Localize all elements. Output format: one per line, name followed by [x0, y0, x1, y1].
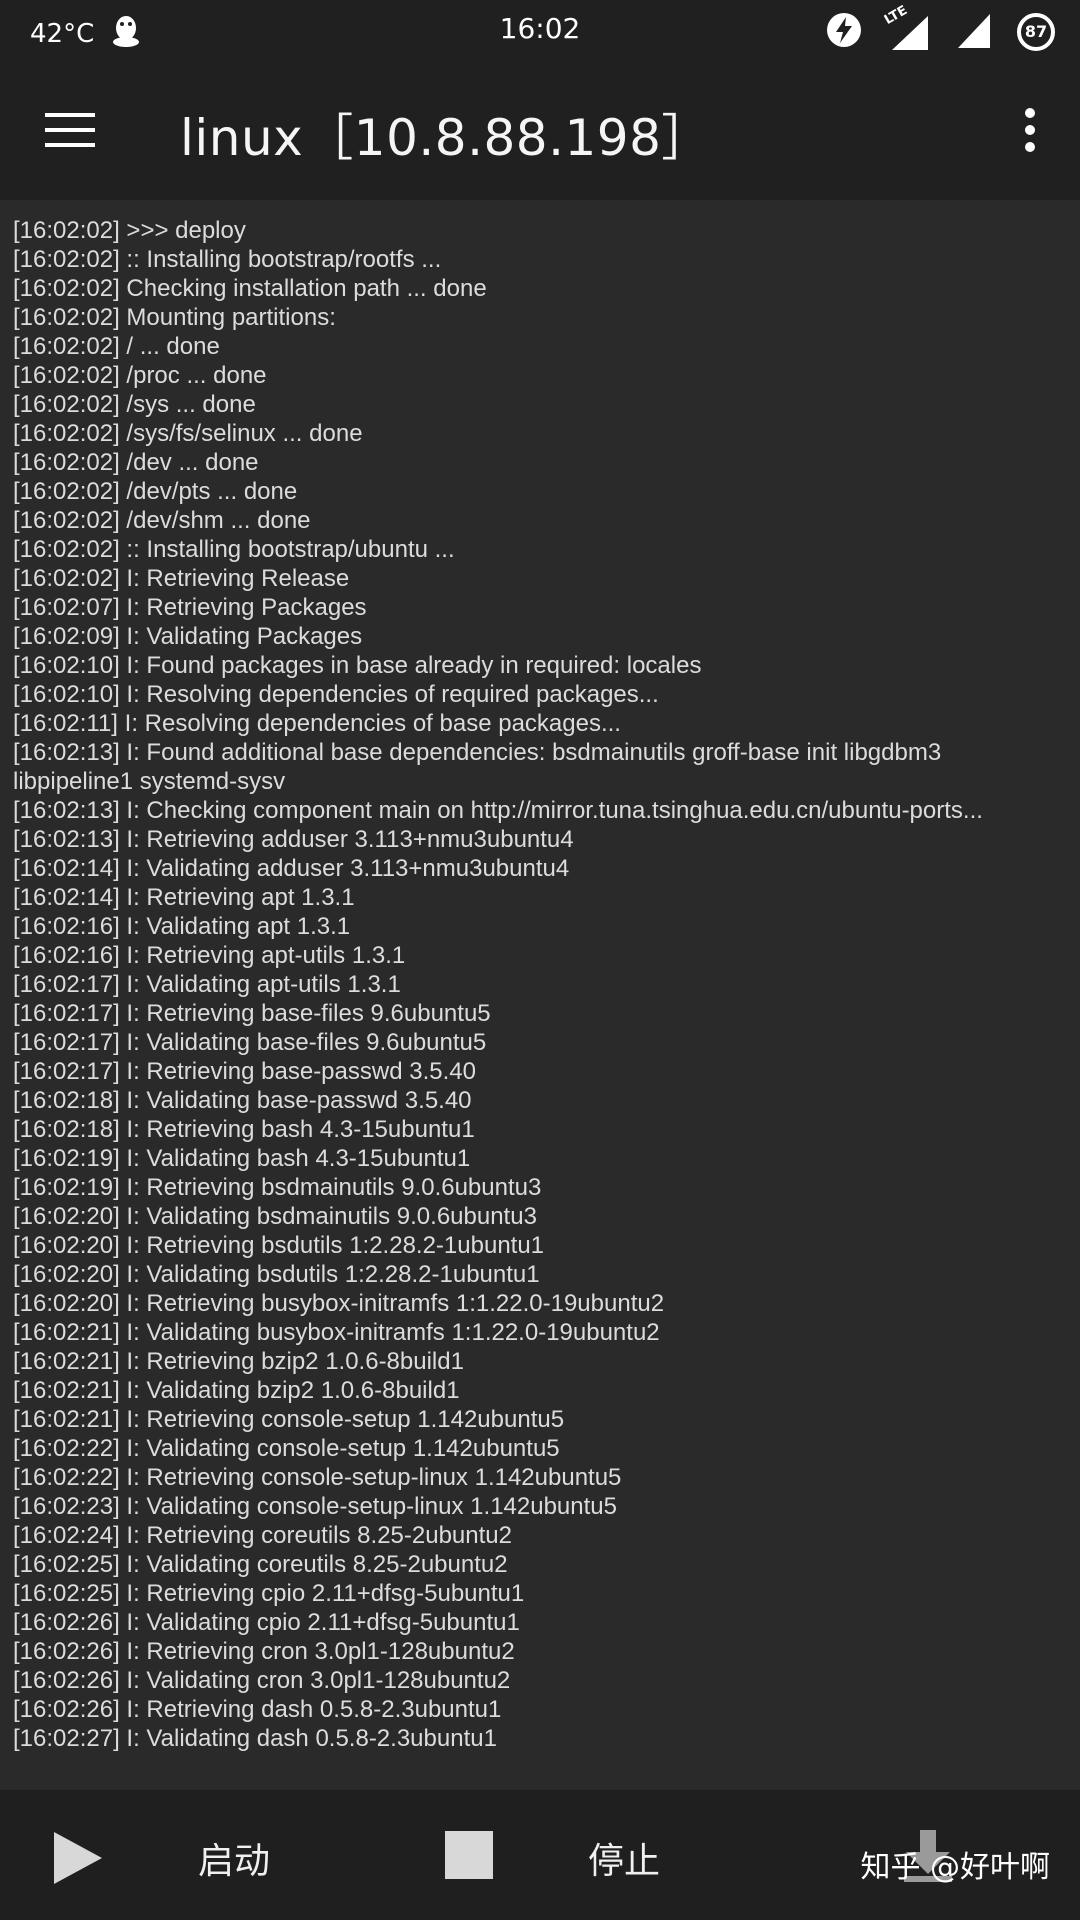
stop-label[interactable]: 停止 — [588, 1832, 660, 1884]
log-line: [16:02:17] I: Retrieving base-files 9.6u… — [13, 1000, 491, 1027]
screen: 42°C 16:02 LTE 87 linux［10.8.88.198］ [16… — [0, 0, 1080, 1920]
log-line: [16:02:20] I: Validating bsdmainutils 9.… — [13, 1203, 537, 1230]
log-line: [16:02:18] I: Validating base-passwd 3.5… — [13, 1087, 472, 1114]
log-line: [16:02:16] I: Retrieving apt-utils 1.3.1 — [13, 942, 406, 969]
signal-icon — [954, 8, 994, 56]
start-label[interactable]: 启动 — [198, 1832, 270, 1884]
play-icon — [54, 1832, 102, 1884]
start-button[interactable] — [50, 1828, 106, 1888]
log-line: [16:02:21] I: Retrieving console-setup 1… — [13, 1406, 565, 1433]
log-line: [16:02:02] I: Retrieving Release — [13, 565, 350, 592]
log-line: [16:02:02] / ... done — [13, 333, 220, 360]
log-line: [16:02:02] /proc ... done — [13, 362, 267, 389]
log-line: [16:02:13] I: Retrieving adduser 3.113+n… — [13, 826, 574, 853]
log-line: [16:02:02] Checking installation path ..… — [13, 275, 487, 302]
hamburger-menu-button[interactable] — [40, 100, 100, 160]
log-line: [16:02:26] I: Retrieving cron 3.0pl1-128… — [13, 1638, 515, 1665]
log-line: [16:02:20] I: Validating bsdutils 1:2.28… — [13, 1261, 540, 1288]
bottom-bar: 启动 停止 知乎 @好叶啊 — [0, 1790, 1080, 1920]
log-line: [16:02:25] I: Retrieving cpio 2.11+dfsg-… — [13, 1580, 525, 1607]
charging-bolt-icon — [826, 12, 862, 52]
log-line: [16:02:13] I: Checking component main on… — [13, 797, 983, 824]
battery-level-text: 87 — [1024, 22, 1048, 41]
log-line: [16:02:02] /sys ... done — [13, 391, 256, 418]
hamburger-menu-icon — [45, 113, 95, 147]
log-line: [16:02:21] I: Retrieving bzip2 1.0.6-8bu… — [13, 1348, 464, 1375]
log-line: [16:02:14] I: Validating adduser 3.113+n… — [13, 855, 570, 882]
log-line: [16:02:24] I: Retrieving coreutils 8.25-… — [13, 1522, 512, 1549]
page-title: linux［10.8.88.198］ — [180, 109, 712, 167]
watermark: 知乎 @好叶啊 — [860, 1850, 1050, 1885]
log-line: [16:02:11] I: Resolving dependencies of … — [13, 710, 621, 737]
log-line: [16:02:10] I: Found packages in base alr… — [13, 652, 702, 679]
log-line: [16:02:02] :: Installing bootstrap/ubunt… — [13, 536, 455, 563]
log-line: [16:02:10] I: Resolving dependencies of … — [13, 681, 659, 708]
log-line: [16:02:02] >>> deploy — [13, 217, 246, 244]
log-line: [16:02:07] I: Retrieving Packages — [13, 594, 367, 621]
log-line: [16:02:17] I: Validating base-files 9.6u… — [13, 1029, 487, 1056]
log-line: [16:02:02] Mounting partitions: — [13, 304, 336, 331]
log-line: [16:02:26] I: Validating cpio 2.11+dfsg-… — [13, 1609, 520, 1636]
log-line: [16:02:20] I: Retrieving bsdutils 1:2.28… — [13, 1232, 545, 1259]
log-line: [16:02:19] I: Retrieving bsdmainutils 9.… — [13, 1174, 542, 1201]
log-line: [16:02:17] I: Retrieving base-passwd 3.5… — [13, 1058, 476, 1085]
log-line: [16:02:02] /dev ... done — [13, 449, 259, 476]
log-line: [16:02:26] I: Validating cron 3.0pl1-128… — [13, 1667, 511, 1694]
status-bar: 42°C 16:02 LTE 87 — [0, 0, 1080, 60]
log-line: [16:02:21] I: Validating busybox-initram… — [13, 1319, 660, 1346]
log-line: [16:02:26] I: Retrieving dash 0.5.8-2.3u… — [13, 1696, 502, 1723]
log-output[interactable]: [16:02:02] >>> deploy [16:02:02] :: Insta… — [0, 200, 1080, 1790]
log-line: [16:02:02] :: Installing bootstrap/rootf… — [13, 246, 442, 273]
log-line: [16:02:02] /sys/fs/selinux ... done — [13, 420, 363, 447]
stop-button[interactable] — [444, 1830, 494, 1880]
log-line: [16:02:22] I: Validating console-setup 1… — [13, 1435, 560, 1462]
battery-icon: 87 — [1016, 12, 1056, 52]
log-line: [16:02:20] I: Retrieving busybox-initram… — [13, 1290, 665, 1317]
app-bar: linux［10.8.88.198］ — [0, 60, 1080, 200]
log-line: [16:02:16] I: Validating apt 1.3.1 — [13, 913, 351, 940]
stop-icon — [445, 1831, 493, 1879]
log-line: [16:02:02] /dev/pts ... done — [13, 478, 298, 505]
log-line: [16:02:22] I: Retrieving console-setup-l… — [13, 1464, 622, 1491]
log-line: [16:02:09] I: Validating Packages — [13, 623, 363, 650]
log-line: [16:02:21] I: Validating bzip2 1.0.6-8bu… — [13, 1377, 460, 1404]
more-vert-icon — [1025, 108, 1035, 152]
log-line: [16:02:25] I: Validating coreutils 8.25-… — [13, 1551, 508, 1578]
log-line: [16:02:19] I: Validating bash 4.3-15ubun… — [13, 1145, 471, 1172]
log-line: [16:02:23] I: Validating console-setup-l… — [13, 1493, 617, 1520]
status-right: LTE 87 — [826, 3, 1056, 56]
log-line: [16:02:17] I: Validating apt-utils 1.3.1 — [13, 971, 401, 998]
log-line: [16:02:14] I: Retrieving apt 1.3.1 — [13, 884, 355, 911]
log-line: [16:02:02] /dev/shm ... done — [13, 507, 311, 534]
log-line: [16:02:18] I: Retrieving bash 4.3-15ubun… — [13, 1116, 475, 1143]
log-text: [16:02:02] >>> deploy [16:02:02] :: Insta… — [13, 216, 1066, 1753]
lte-signal-icon: LTE — [882, 3, 932, 54]
overflow-menu-button[interactable] — [1010, 100, 1050, 160]
log-line: [16:02:27] I: Validating dash 0.5.8-2.3u… — [13, 1725, 497, 1752]
log-line: [16:02:13] I: Found additional base depe… — [13, 739, 948, 795]
